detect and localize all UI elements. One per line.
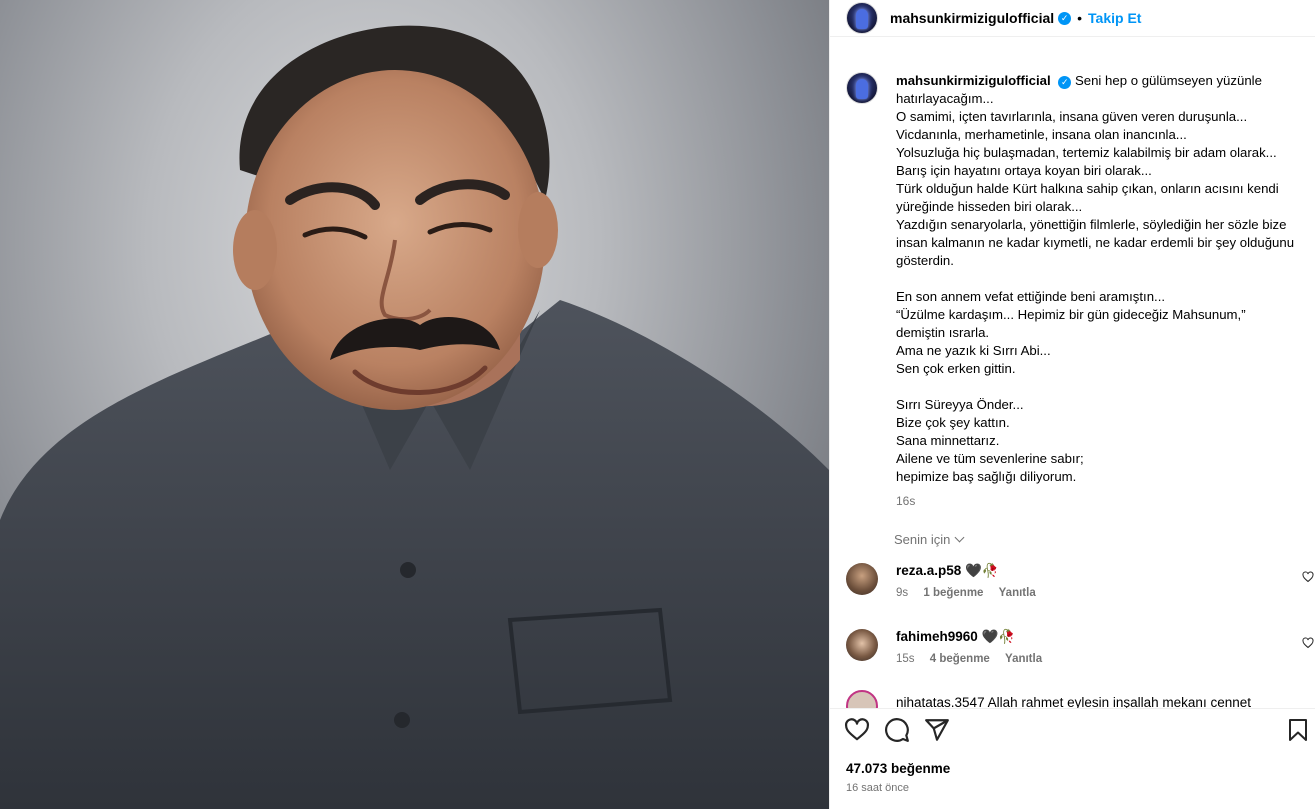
caption-time[interactable]: 16s bbox=[896, 492, 1306, 510]
comment-item: fahimeh9960 🖤🥀 15s 4 beğenme Yanıtla bbox=[846, 629, 1315, 665]
reply-button[interactable]: Yanıtla bbox=[999, 587, 1036, 599]
verified-icon: ✓ bbox=[1058, 76, 1072, 89]
post-header: mahsunkirmizigulofficial ✓ • Takip Et bbox=[830, 0, 1315, 37]
comment-username[interactable]: reza.a.p58 bbox=[896, 563, 961, 578]
comment-filter-dropdown[interactable]: Senin için bbox=[894, 532, 965, 547]
follow-button[interactable]: Takip Et bbox=[1088, 10, 1141, 26]
heart-icon[interactable] bbox=[1302, 637, 1314, 649]
post-side-panel: mahsunkirmizigulofficial ✓ • Takip Et ma… bbox=[829, 0, 1315, 809]
post-actions: 47.073 beğenme 16 saat önce bbox=[830, 708, 1315, 809]
filter-label: Senin için bbox=[894, 532, 951, 547]
comment-text: nihatatas.3547 Allah rahmet eylesin inşa… bbox=[896, 695, 1251, 708]
caption-username[interactable]: mahsunkirmizigulofficial bbox=[896, 73, 1051, 88]
verified-icon: ✓ bbox=[1058, 11, 1072, 25]
avatar[interactable] bbox=[846, 2, 878, 34]
author-username[interactable]: mahsunkirmizigulofficial bbox=[890, 10, 1054, 26]
comment-item: nihatatas.3547 Allah rahmet eylesin inşa… bbox=[846, 690, 1315, 708]
chevron-down-icon bbox=[954, 532, 965, 543]
comment-text: 🖤🥀 bbox=[965, 563, 999, 578]
comment-text: 🖤🥀 bbox=[981, 629, 1016, 644]
heart-icon[interactable] bbox=[844, 717, 870, 743]
heart-icon[interactable] bbox=[1302, 571, 1314, 583]
commenter-avatar[interactable] bbox=[846, 629, 878, 661]
reply-button[interactable]: Yanıtla bbox=[1005, 653, 1042, 665]
commenter-avatar[interactable] bbox=[846, 690, 878, 708]
comment-icon[interactable] bbox=[884, 717, 910, 743]
caption-text: mahsunkirmizigulofficial ✓ Seni hep o gü… bbox=[896, 72, 1306, 486]
caption-avatar[interactable] bbox=[846, 72, 878, 104]
caption-body-text: Seni hep o gülümseyen yüzünle hatırlayac… bbox=[896, 73, 1295, 484]
portrait-image bbox=[0, 25, 829, 809]
comment-username[interactable]: fahimeh9960 bbox=[896, 629, 978, 644]
comment-likes[interactable]: 4 beğenme bbox=[930, 653, 990, 665]
comment-time[interactable]: 9s bbox=[896, 587, 908, 599]
comment-likes[interactable]: 1 beğenme bbox=[923, 587, 983, 599]
likes-count[interactable]: 47.073 beğenme bbox=[846, 761, 950, 776]
comment-time[interactable]: 15s bbox=[896, 653, 915, 665]
caption: mahsunkirmizigulofficial ✓ Seni hep o gü… bbox=[846, 72, 1315, 510]
separator-dot: • bbox=[1077, 10, 1083, 26]
post-photo[interactable] bbox=[0, 0, 829, 809]
share-icon[interactable] bbox=[924, 717, 950, 743]
bookmark-icon[interactable] bbox=[1286, 717, 1310, 743]
commenter-avatar[interactable] bbox=[846, 563, 878, 595]
post-time[interactable]: 16 saat önce bbox=[846, 782, 909, 794]
comment-item: reza.a.p58 🖤🥀 9s 1 beğenme Yanıtla bbox=[846, 563, 1315, 599]
